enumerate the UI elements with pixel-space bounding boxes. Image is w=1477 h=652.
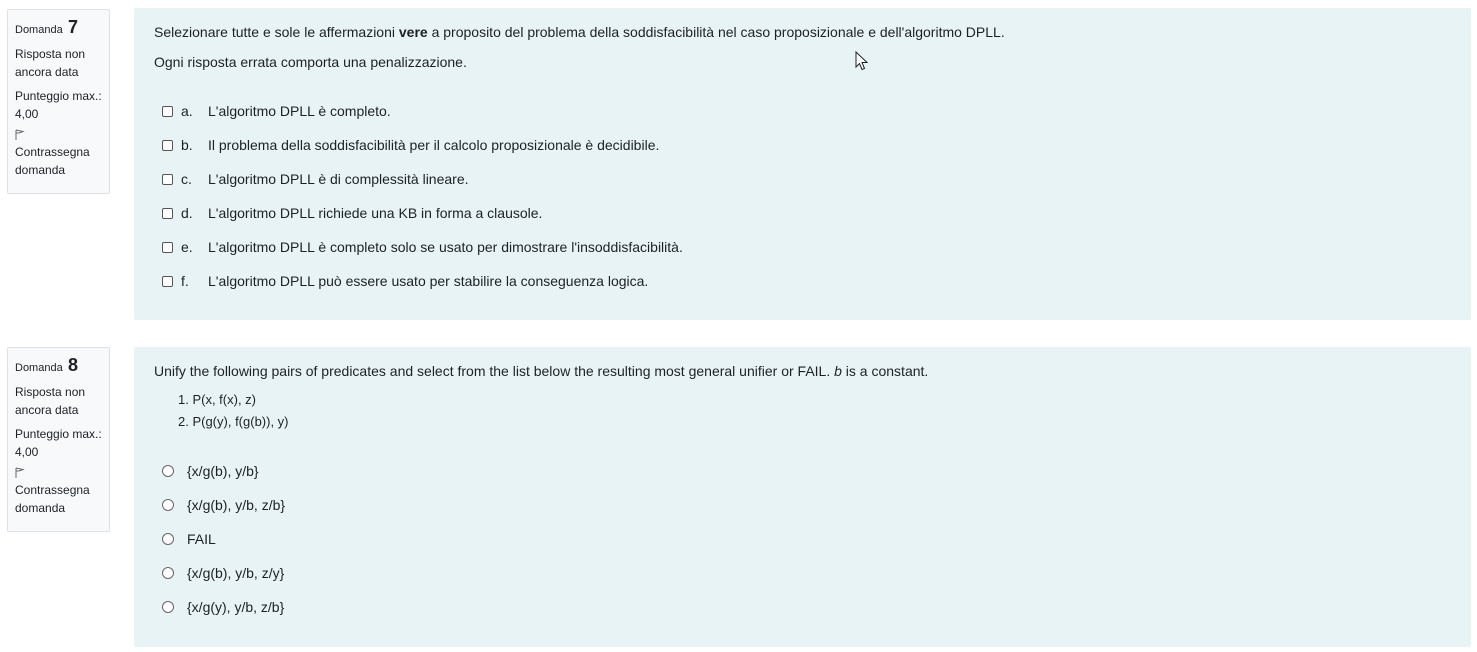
radio-button[interactable] [162, 533, 174, 545]
flag-question-label: Contrassegna domanda [15, 483, 90, 515]
question-text: Selezionare tutte e sole le affermazioni… [154, 24, 1005, 40]
answer-label: L'algoritmo DPLL richiede una KB in form… [208, 205, 543, 221]
answer-label: Il problema della soddisfacibilità per i… [208, 137, 660, 153]
radio-button[interactable] [162, 465, 174, 477]
answer-option-c[interactable]: c. L'algoritmo DPLL è di complessità lin… [162, 170, 469, 188]
answer-label: {x/g(b), y/b, z/y} [187, 565, 285, 581]
flag-icon [15, 467, 25, 478]
answer-label: L'algoritmo DPLL è di complessità linear… [208, 171, 469, 187]
question-8: Domanda 8 Risposta non ancora data Punte… [0, 340, 1477, 652]
checkbox[interactable] [162, 241, 173, 253]
radio-button[interactable] [162, 601, 174, 613]
answer-option-a[interactable]: a. L'algoritmo DPLL è completo. [162, 102, 391, 120]
question-number: Domanda 7 [15, 17, 79, 37]
question-7: Domanda 7 Risposta non ancora data Punte… [0, 0, 1477, 330]
question-text: Unify the following pairs of predicates … [154, 363, 929, 379]
answer-label: {x/g(b), y/b} [187, 463, 259, 479]
question-state: Risposta non ancora data [15, 47, 86, 79]
answer-label: FAIL [187, 531, 216, 547]
flag-question-button[interactable]: Contrassegna domanda [15, 129, 102, 179]
question-number: Domanda 8 [15, 355, 79, 375]
answer-option-4[interactable]: {x/g(b), y/b, z/y} [162, 564, 284, 582]
question-content: Unify the following pairs of predicates … [134, 347, 1471, 647]
answer-option-1[interactable]: {x/g(b), y/b} [162, 462, 259, 480]
checkbox[interactable] [162, 173, 173, 185]
answer-label: L'algoritmo DPLL può essere usato per st… [208, 273, 649, 289]
answer-label: L'algoritmo DPLL è completo. [208, 103, 391, 119]
radio-button[interactable] [162, 499, 174, 511]
question-note: Ogni risposta errata comporta una penali… [154, 54, 467, 70]
answer-option-e[interactable]: e. L'algoritmo DPLL è completo solo se u… [162, 238, 683, 256]
predicate-list: 1. P(x, f(x), z) 2. P(g(y), f(g(b)), y) [178, 389, 289, 433]
question-info-panel: Domanda 7 Risposta non ancora data Punte… [7, 9, 110, 194]
radio-button[interactable] [162, 567, 174, 579]
checkbox[interactable] [162, 275, 173, 287]
answer-option-2[interactable]: {x/g(b), y/b, z/b} [162, 496, 285, 514]
mouse-cursor-icon [855, 51, 869, 71]
answer-option-3[interactable]: FAIL [162, 530, 216, 548]
question-content: Selezionare tutte e sole le affermazioni… [134, 8, 1471, 320]
answer-option-d[interactable]: d. L'algoritmo DPLL richiede una KB in f… [162, 204, 542, 222]
question-grade: Punteggio max.: 4,00 [15, 89, 102, 121]
answer-option-b[interactable]: b. Il problema della soddisfacibilità pe… [162, 136, 659, 154]
checkbox[interactable] [162, 139, 173, 151]
predicate-2: 2. P(g(y), f(g(b)), y) [178, 414, 289, 429]
question-state: Risposta non ancora data [15, 385, 86, 417]
answer-label: L'algoritmo DPLL è completo solo se usat… [208, 239, 683, 255]
flag-question-label: Contrassegna domanda [15, 145, 90, 177]
question-info-panel: Domanda 8 Risposta non ancora data Punte… [7, 347, 110, 532]
flag-question-button[interactable]: Contrassegna domanda [15, 467, 102, 517]
checkbox[interactable] [162, 207, 173, 219]
answer-option-5[interactable]: {x/g(y), y/b, z/b} [162, 598, 284, 616]
question-grade: Punteggio max.: 4,00 [15, 427, 102, 459]
answer-label: {x/g(y), y/b, z/b} [187, 599, 285, 615]
checkbox[interactable] [162, 105, 173, 117]
flag-icon [15, 129, 25, 140]
predicate-1: 1. P(x, f(x), z) [178, 392, 256, 407]
answer-option-f[interactable]: f. L'algoritmo DPLL può essere usato per… [162, 272, 648, 290]
answer-label: {x/g(b), y/b, z/b} [187, 497, 286, 513]
